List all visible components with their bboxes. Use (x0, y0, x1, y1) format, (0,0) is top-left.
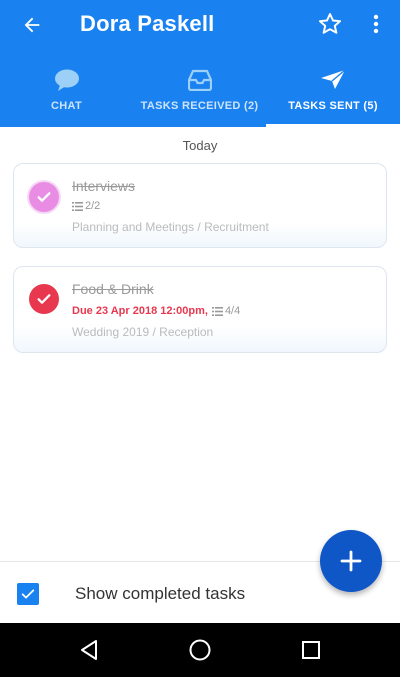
circle-home-icon (189, 639, 211, 661)
task-completed-checkmark[interactable] (29, 182, 59, 212)
triangle-back-icon (81, 640, 97, 660)
tab-chat-label: CHAT (51, 100, 82, 112)
square-recents-icon (302, 641, 320, 659)
checkbox-check-icon (21, 589, 35, 599)
inbox-tray-icon (187, 69, 212, 91)
top-bar: Dora Paskell (0, 0, 400, 52)
task-project-path: Planning and Meetings / Recruitment (72, 220, 269, 234)
tab-tasks-sent[interactable]: TASKS SENT (5) (266, 60, 400, 127)
subtask-count: 4/4 (211, 305, 241, 317)
back-button[interactable] (18, 11, 46, 39)
more-vertical-icon (373, 14, 379, 34)
task-title: Interviews (72, 178, 136, 194)
arrow-left-icon (24, 17, 40, 33)
task-meta: 2/2 (72, 200, 100, 212)
tab-chat[interactable]: CHAT (0, 60, 133, 127)
system-back-button[interactable] (76, 637, 102, 663)
favorite-button[interactable] (316, 10, 344, 38)
task-card[interactable]: Interviews 2/2 Planning and Meetings / R… (13, 163, 387, 248)
more-options-button[interactable] (366, 10, 386, 38)
task-completed-checkmark[interactable] (29, 284, 59, 314)
plus-icon (340, 550, 362, 572)
tab-bar: CHAT TASKS RECEIVED (2) TASKS SENT (5) (0, 60, 400, 127)
star-outline-icon (318, 13, 342, 34)
add-task-button[interactable] (320, 530, 382, 592)
task-meta: Due 23 Apr 2018 12:00pm, 4/4 (72, 305, 240, 317)
system-navigation-bar (0, 623, 400, 677)
subtask-count: 2/2 (72, 200, 100, 212)
tab-tasks-received[interactable]: TASKS RECEIVED (2) (133, 60, 266, 127)
system-recents-button[interactable] (298, 637, 324, 663)
checkmark-icon (37, 294, 51, 304)
task-project-path: Wedding 2019 / Reception (72, 325, 214, 339)
task-due-date: Due 23 Apr 2018 12:00pm, (72, 305, 208, 317)
tab-selected-indicator (266, 124, 400, 127)
subtask-count-text: 4/4 (224, 305, 241, 317)
day-section-header: Today (182, 138, 218, 153)
subtask-list-icon (72, 201, 83, 211)
chat-bubble-icon (54, 69, 79, 91)
tab-tasks-sent-label: TASKS SENT (5) (288, 100, 378, 112)
task-card[interactable]: Food & Drink Due 23 Apr 2018 12:00pm, 4/… (13, 266, 387, 353)
subtask-count-text: 2/2 (85, 200, 101, 212)
task-title: Food & Drink (72, 281, 154, 297)
subtask-list-icon (211, 306, 223, 316)
show-completed-label[interactable]: Show completed tasks (75, 584, 245, 604)
show-completed-checkbox[interactable] (17, 583, 39, 605)
system-home-button[interactable] (187, 637, 213, 663)
tab-tasks-received-label: TASKS RECEIVED (2) (140, 100, 259, 112)
app-bar: Dora Paskell CHAT TASKS RECEIVED (2) TAS… (0, 0, 400, 127)
checkmark-icon (37, 192, 51, 202)
paper-plane-icon (321, 69, 346, 89)
page-title: Dora Paskell (80, 11, 215, 36)
